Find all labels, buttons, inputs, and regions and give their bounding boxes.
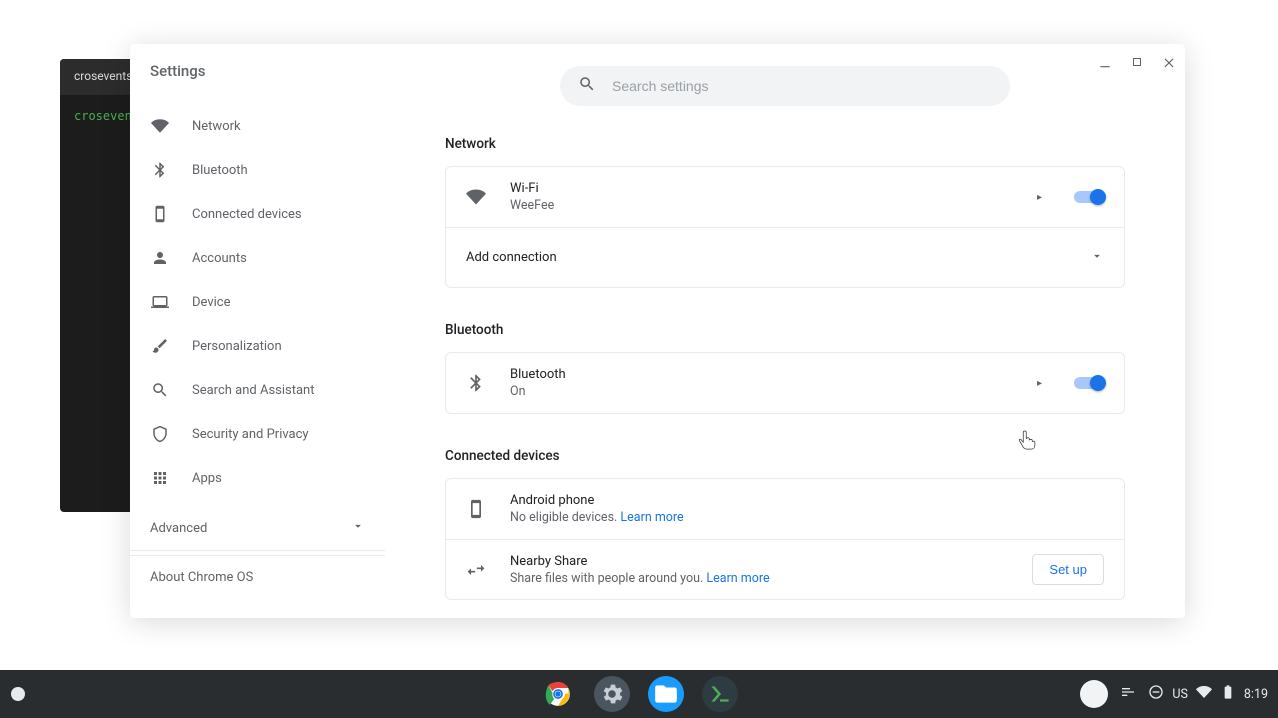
minimize-button[interactable] xyxy=(1097,54,1113,70)
shield-icon xyxy=(150,425,170,443)
quick-settings-icon[interactable] xyxy=(1120,684,1136,704)
chevron-right-icon: ▸ xyxy=(1027,378,1074,389)
files-app-icon[interactable] xyxy=(648,676,684,712)
section-network: Network Wi-Fi WeeFee ▸ xyxy=(445,126,1125,288)
bluetooth-icon xyxy=(466,373,510,393)
search-icon xyxy=(578,75,596,97)
battery-icon xyxy=(1220,684,1236,704)
sidebar-item-security-privacy[interactable]: Security and Privacy xyxy=(130,412,385,456)
shelf: US 8:19 xyxy=(0,670,1278,718)
person-icon xyxy=(150,249,170,267)
chevron-down-icon xyxy=(351,519,365,537)
phone-icon xyxy=(150,205,170,223)
sidebar-about[interactable]: About Chrome OS xyxy=(130,555,385,599)
maximize-button[interactable] xyxy=(1129,54,1145,70)
bluetooth-icon xyxy=(150,161,170,179)
sidebar-item-accounts[interactable]: Accounts xyxy=(130,236,385,280)
section-bluetooth: Bluetooth Bluetooth On ▸ xyxy=(445,312,1125,414)
sidebar-item-label: Bluetooth xyxy=(192,163,248,178)
search-icon xyxy=(150,381,170,399)
sidebar-item-label: Personalization xyxy=(192,339,282,354)
close-button[interactable] xyxy=(1161,54,1177,70)
chevron-down-icon xyxy=(1090,248,1104,267)
add-connection-label: Add connection xyxy=(466,250,1090,265)
sidebar-item-apps[interactable]: Apps xyxy=(130,456,385,500)
bluetooth-row[interactable]: Bluetooth On ▸ xyxy=(446,353,1124,413)
sidebar-item-label: Search and Assistant xyxy=(192,383,315,398)
sidebar-about-label: About Chrome OS xyxy=(150,570,253,585)
section-connected-devices: Connected devices Android phone No eligi… xyxy=(445,438,1125,600)
sidebar-item-label: Accounts xyxy=(192,251,247,266)
bluetooth-toggle[interactable] xyxy=(1074,376,1104,390)
settings-window: Settings Network Bluetooth Connected dev… xyxy=(130,44,1185,618)
sidebar-advanced-label: Advanced xyxy=(150,521,207,536)
section-title: Network xyxy=(445,126,1125,166)
terminal-app-icon[interactable] xyxy=(702,676,738,712)
add-connection-row[interactable]: Add connection xyxy=(446,227,1124,287)
search-box[interactable] xyxy=(560,66,1010,106)
launcher-button[interactable] xyxy=(11,687,25,701)
avatar[interactable] xyxy=(1080,680,1108,708)
window-controls xyxy=(1097,54,1177,70)
learn-more-link[interactable]: Learn more xyxy=(706,571,769,586)
app-title: Settings xyxy=(130,62,385,104)
section-title: Bluetooth xyxy=(445,312,1125,352)
divider xyxy=(130,550,385,551)
learn-more-link[interactable]: Learn more xyxy=(620,510,683,525)
search-input[interactable] xyxy=(612,78,992,94)
wifi-row[interactable]: Wi-Fi WeeFee ▸ xyxy=(446,167,1124,227)
sidebar-advanced[interactable]: Advanced xyxy=(130,508,385,548)
settings-app-icon[interactable] xyxy=(594,676,630,712)
android-phone-title: Android phone xyxy=(510,493,1104,508)
sidebar-item-label: Network xyxy=(192,119,241,134)
chevron-right-icon: ▸ xyxy=(1027,192,1074,203)
phone-icon xyxy=(466,499,510,519)
sidebar-item-device[interactable]: Device xyxy=(130,280,385,324)
nearby-share-sub: Share files with people around you. Lear… xyxy=(510,571,1032,586)
clock-label: 8:19 xyxy=(1244,687,1268,702)
wifi-icon xyxy=(150,117,170,135)
sidebar-item-network[interactable]: Network xyxy=(130,104,385,148)
status-tray[interactable]: US 8:19 xyxy=(1148,684,1268,704)
wifi-icon xyxy=(466,187,510,207)
sidebar-item-search-assistant[interactable]: Search and Assistant xyxy=(130,368,385,412)
brush-icon xyxy=(150,337,170,355)
sidebar-item-connected-devices[interactable]: Connected devices xyxy=(130,192,385,236)
sidebar-item-label: Security and Privacy xyxy=(192,427,309,442)
setup-button[interactable]: Set up xyxy=(1032,554,1104,585)
wifi-ssid: WeeFee xyxy=(510,198,1027,213)
nearby-share-row[interactable]: Nearby Share Share files with people aro… xyxy=(446,539,1124,599)
section-title: Connected devices xyxy=(445,438,1125,478)
nearby-share-title: Nearby Share xyxy=(510,554,1032,569)
chrome-app-icon[interactable] xyxy=(540,676,576,712)
dnd-icon xyxy=(1148,684,1164,704)
android-phone-sub: No eligible devices. Learn more xyxy=(510,510,1104,525)
bluetooth-title: Bluetooth xyxy=(510,367,1027,382)
wifi-status-icon xyxy=(1196,684,1212,704)
laptop-icon xyxy=(150,293,170,311)
sidebar-item-personalization[interactable]: Personalization xyxy=(130,324,385,368)
sidebar-item-label: Connected devices xyxy=(192,207,302,222)
bluetooth-status: On xyxy=(510,384,1027,399)
nearby-share-icon xyxy=(466,560,510,580)
wifi-title: Wi-Fi xyxy=(510,181,1027,196)
main-content: Network Wi-Fi WeeFee ▸ xyxy=(385,44,1185,618)
sidebar-item-label: Apps xyxy=(192,471,222,486)
sidebar: Settings Network Bluetooth Connected dev… xyxy=(130,44,385,618)
android-phone-row[interactable]: Android phone No eligible devices. Learn… xyxy=(446,479,1124,539)
ime-label: US xyxy=(1172,687,1188,702)
sidebar-item-label: Device xyxy=(192,295,231,310)
wifi-toggle[interactable] xyxy=(1074,190,1104,204)
apps-icon xyxy=(150,469,170,487)
sidebar-item-bluetooth[interactable]: Bluetooth xyxy=(130,148,385,192)
